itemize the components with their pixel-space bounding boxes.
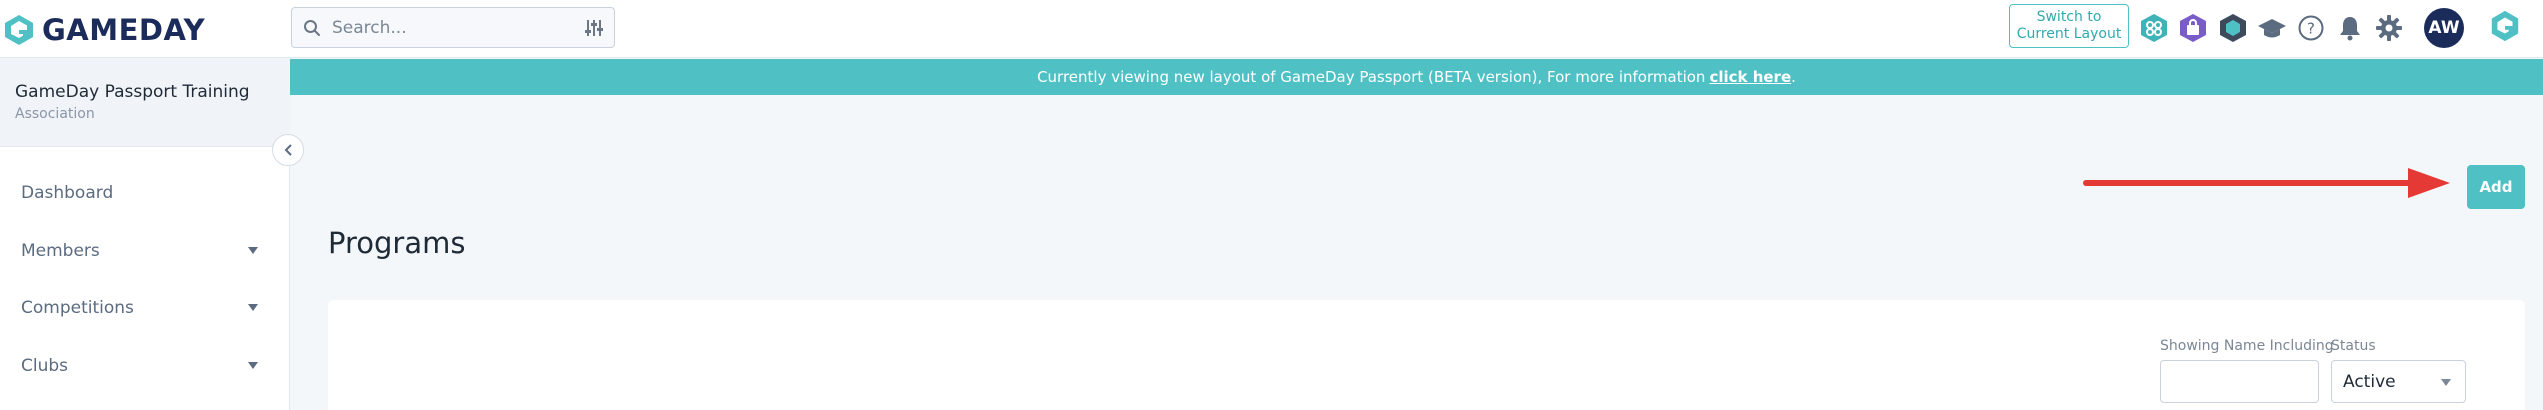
sidebar-item-members[interactable]: Members [0,231,290,271]
status-select[interactable]: Active [2331,360,2466,403]
status-select-value: Active [2343,371,2396,392]
banner-text: Currently viewing new layout of GameDay … [1037,68,1706,86]
caret-down-icon [2441,379,2451,386]
brand-name: GAMEDAY [42,13,206,47]
caret-down-icon [248,247,258,254]
sidebar-item-label: Dashboard [21,183,114,203]
banner-click-here-link[interactable]: click here [1709,68,1791,86]
caret-down-icon [248,362,258,369]
sidebar-item-competitions[interactable]: Competitions [0,288,290,328]
sidebar-item-label: Members [21,241,100,261]
svg-text:?: ? [2307,20,2315,38]
status-filter-label: Status [2331,338,2376,354]
help-icon[interactable]: ? [2294,11,2328,45]
annotation-arrow [2083,168,2450,198]
sidebar-item-label: Competitions [21,298,134,318]
sidebar-item-dashboard[interactable]: Dashboard [0,173,290,213]
name-filter-label: Showing Name Including [2160,338,2334,354]
beta-banner: Currently viewing new layout of GameDay … [290,59,2543,95]
chevron-left-icon [284,144,292,156]
sidebar-collapse-button[interactable] [272,134,304,166]
search-input[interactable] [332,8,574,47]
sidebar-item-label: Clubs [21,356,69,376]
bag-icon[interactable] [2176,11,2210,45]
name-filter-input[interactable] [2160,360,2319,403]
user-avatar[interactable]: AW [2424,8,2464,48]
gameday-g-icon[interactable] [2488,9,2522,43]
bell-icon[interactable] [2333,11,2367,45]
add-program-button[interactable]: Add [2467,165,2525,209]
graduation-cap-icon[interactable] [2255,11,2289,45]
banner-suffix: . [1791,68,1796,86]
org-type: Association [15,106,95,122]
switch-layout-line1: Switch to [2036,9,2102,25]
sidebar-item-clubs[interactable]: Clubs [0,346,290,386]
gear-icon[interactable] [2372,11,2406,45]
gameday-logo-icon [5,15,33,45]
top-header: GAMEDAY Switch to Current Layout [0,0,2543,58]
sidebar: GameDay Passport Training Association Da… [0,59,290,410]
org-name: GameDay Passport Training [15,82,250,102]
search-box [291,7,615,48]
page-title: Programs [328,226,466,260]
switch-layout-line2: Current Layout [2016,26,2122,42]
filter-sliders-icon[interactable] [574,19,614,37]
organisation-selector[interactable]: GameDay Passport Training Association [0,59,290,147]
gameday-logo[interactable]: GAMEDAY [2,8,205,52]
caret-down-icon [248,304,258,311]
switch-layout-button[interactable]: Switch to Current Layout [2009,4,2129,48]
apps-icon[interactable] [2137,11,2171,45]
search-icon [292,19,332,37]
hexagon-icon[interactable] [2216,11,2250,45]
